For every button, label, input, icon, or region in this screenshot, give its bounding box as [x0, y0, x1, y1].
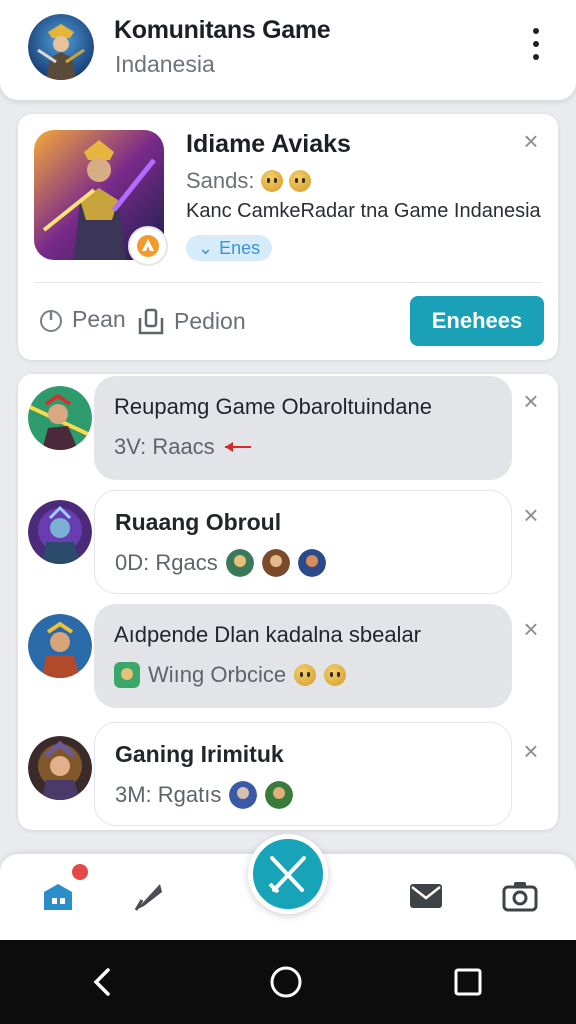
list-item[interactable]: Ruaang Obroul 0D: Rgacs × — [18, 488, 558, 602]
page-subtitle: Indanesia — [115, 51, 215, 77]
chat-bubble[interactable]: Ruaang Obroul 0D: Rgacs — [94, 490, 512, 594]
emoji-icon — [288, 170, 311, 192]
emoji-icon — [324, 664, 347, 686]
share-icon — [138, 308, 164, 335]
page-title: Komunitans Game — [114, 16, 331, 44]
notification-badge — [70, 862, 90, 882]
chat-subtitle-row: 3V: Raacs — [114, 434, 253, 460]
quill-icon[interactable] — [126, 874, 170, 918]
chat-title: Reupamg Game Obaroltuindane — [114, 394, 432, 419]
home-icon[interactable] — [36, 874, 80, 918]
back-icon[interactable] — [80, 962, 124, 1002]
home-circle-icon[interactable] — [264, 962, 308, 1002]
emoji-icon — [294, 664, 317, 686]
pedion-action[interactable]: Pedion — [136, 306, 246, 336]
chat-subtitle: 3V: Raacs — [114, 434, 215, 459]
game-logo-icon — [128, 226, 168, 266]
power-icon — [40, 309, 62, 332]
pean-action[interactable]: Pean — [38, 306, 126, 333]
chat-subtitle: Wiıng Orbcice — [148, 662, 287, 687]
close-icon[interactable]: × — [518, 502, 544, 528]
system-navigation-bar — [0, 940, 576, 1024]
chat-subtitle-row: Wiıng Orbcice — [114, 662, 347, 688]
game-icon — [114, 662, 140, 688]
avatar[interactable] — [28, 614, 92, 678]
chat-bubble[interactable]: Aıdpende Dlan kadalna sbealar Wiıng Orbc… — [94, 604, 512, 708]
chat-subtitle: 3M: Rgatıs — [115, 782, 222, 807]
avatar[interactable] — [28, 386, 92, 450]
pedion-label: Pedion — [174, 307, 246, 334]
app-header: Komunitans Game Indanesia — [0, 0, 576, 100]
community-avatar[interactable] — [28, 14, 94, 80]
sands-row: Sands: — [186, 168, 311, 194]
chevron-down-icon: ⌄ — [198, 237, 214, 258]
featured-description: Kanc CamkeRadar tna Game Indanesia — [186, 200, 541, 222]
chat-list: Reupamg Game Obaroltuindane 3V: Raacs × … — [18, 374, 558, 830]
avatar[interactable] — [28, 736, 92, 800]
member-avatar — [261, 549, 290, 577]
divider — [34, 282, 542, 283]
list-item[interactable]: Aıdpende Dlan kadalna sbealar Wiıng Orbc… — [18, 602, 558, 716]
swords-icon[interactable] — [248, 834, 328, 914]
chat-title: Ruaang Obroul — [115, 509, 282, 535]
close-icon[interactable]: × — [518, 388, 544, 414]
member-avatar — [265, 781, 294, 809]
arrow-left-icon — [224, 442, 251, 452]
chat-subtitle: 0D: Rgacs — [115, 550, 218, 575]
chat-bubble[interactable]: Reupamg Game Obaroltuindane 3V: Raacs — [94, 376, 512, 480]
camera-icon[interactable] — [498, 874, 542, 918]
chat-title: Aıdpende Dlan kadalna sbealar — [114, 622, 422, 647]
pean-label: Pean — [72, 306, 126, 332]
featured-game-card[interactable]: Idiame Aviaks Sands: Kanc CamkeRadar tna… — [18, 114, 558, 360]
list-item[interactable]: Reupamg Game Obaroltuindane 3V: Raacs × — [18, 374, 558, 488]
member-avatar — [225, 549, 254, 577]
close-icon[interactable]: × — [518, 738, 544, 764]
member-avatar — [297, 549, 326, 577]
chat-title: Ganing Irimituk — [115, 741, 284, 767]
member-avatar — [229, 781, 258, 809]
enehees-button[interactable]: Enehees — [410, 296, 544, 346]
emoji-icon — [260, 170, 283, 192]
language-pill[interactable]: ⌄ Enes — [186, 235, 273, 261]
chat-bubble[interactable]: Ganing Irimituk 3M: Rgatıs — [94, 722, 512, 826]
chat-subtitle-row: 0D: Rgacs — [115, 549, 326, 577]
chat-subtitle-row: 3M: Rgatıs — [115, 781, 294, 809]
list-item[interactable]: Ganing Irimituk 3M: Rgatıs × — [18, 716, 558, 830]
close-icon[interactable]: × — [518, 616, 544, 642]
avatar[interactable] — [28, 500, 92, 564]
featured-game-name: Idiame Aviaks — [186, 130, 351, 158]
close-icon[interactable]: × — [518, 128, 544, 154]
recents-icon[interactable] — [446, 962, 490, 1002]
sands-label: Sands: — [186, 168, 255, 193]
mail-icon[interactable] — [404, 874, 448, 918]
more-vertical-icon[interactable] — [522, 24, 550, 64]
pill-label: Enes — [219, 237, 261, 258]
